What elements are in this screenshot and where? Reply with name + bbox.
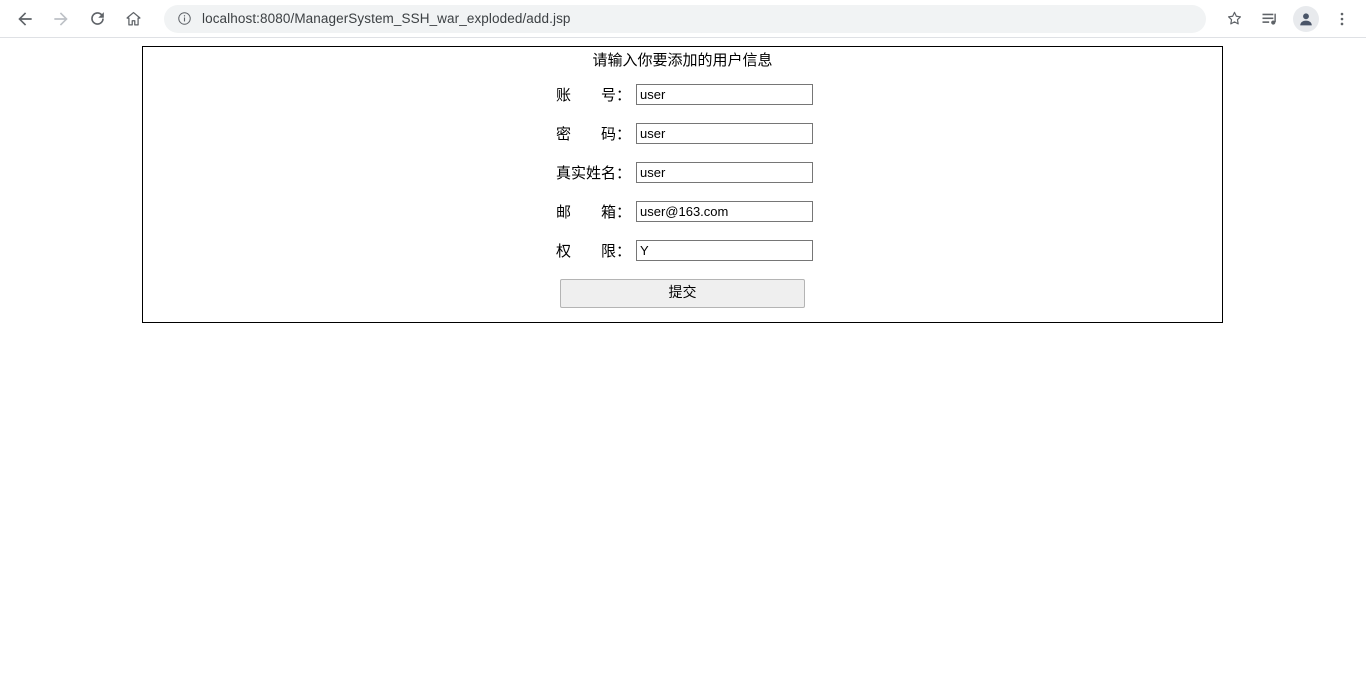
submit-button[interactable]: 提交 [560, 279, 805, 308]
form-row-account: 账 号： [143, 75, 1222, 114]
back-button[interactable] [10, 4, 40, 34]
page-viewport: 请输入你要添加的用户信息 账 号： 密 码： 真实姓名： 邮 箱： 权 限： [0, 38, 1366, 687]
profile-button[interactable] [1291, 4, 1321, 34]
toolbar-actions [1216, 4, 1366, 34]
email-input[interactable] [636, 201, 813, 222]
back-arrow-icon [18, 11, 32, 26]
permission-label: 权 限： [556, 241, 632, 260]
forward-arrow-icon [54, 11, 68, 26]
media-playlist-icon [1262, 13, 1276, 25]
media-control-button[interactable] [1255, 4, 1285, 34]
realname-input[interactable] [636, 162, 813, 183]
info-icon[interactable] [176, 11, 192, 27]
reload-icon [90, 12, 104, 25]
account-label: 账 号： [556, 85, 632, 104]
account-input[interactable] [636, 84, 813, 105]
forward-button[interactable] [46, 4, 76, 34]
star-icon [1227, 11, 1241, 25]
form-row-permission: 权 限： [143, 231, 1222, 270]
avatar [1293, 5, 1319, 32]
submit-row: 提交 [143, 279, 1222, 308]
address-bar-url: localhost:8080/ManagerSystem_SSH_war_exp… [202, 11, 571, 26]
bookmark-button[interactable] [1219, 4, 1249, 34]
password-input[interactable] [636, 123, 813, 144]
reload-button[interactable] [82, 4, 112, 34]
browser-menu-button[interactable] [1327, 4, 1357, 34]
form-row-password: 密 码： [143, 114, 1222, 153]
three-dot-menu-icon [1340, 12, 1344, 25]
address-bar[interactable]: localhost:8080/ManagerSystem_SSH_war_exp… [164, 4, 1206, 33]
form-row-realname: 真实姓名： [143, 153, 1222, 192]
browser-toolbar: localhost:8080/ManagerSystem_SSH_war_exp… [0, 0, 1366, 38]
email-label: 邮 箱： [556, 202, 632, 221]
page-title: 请输入你要添加的用户信息 [592, 51, 773, 69]
home-icon [126, 11, 140, 26]
form-field-rows: 账 号： 密 码： 真实姓名： 邮 箱： 权 限： [143, 75, 1222, 270]
password-label: 密 码： [556, 124, 632, 143]
realname-label: 真实姓名： [556, 163, 632, 182]
add-user-form-table: 请输入你要添加的用户信息 账 号： 密 码： 真实姓名： 邮 箱： 权 限： [142, 46, 1223, 323]
form-row-email: 邮 箱： [143, 192, 1222, 231]
home-button[interactable] [118, 4, 148, 34]
account-avatar-icon [1300, 12, 1312, 25]
page-info-circle-icon [177, 12, 191, 25]
permission-input[interactable] [636, 240, 813, 261]
